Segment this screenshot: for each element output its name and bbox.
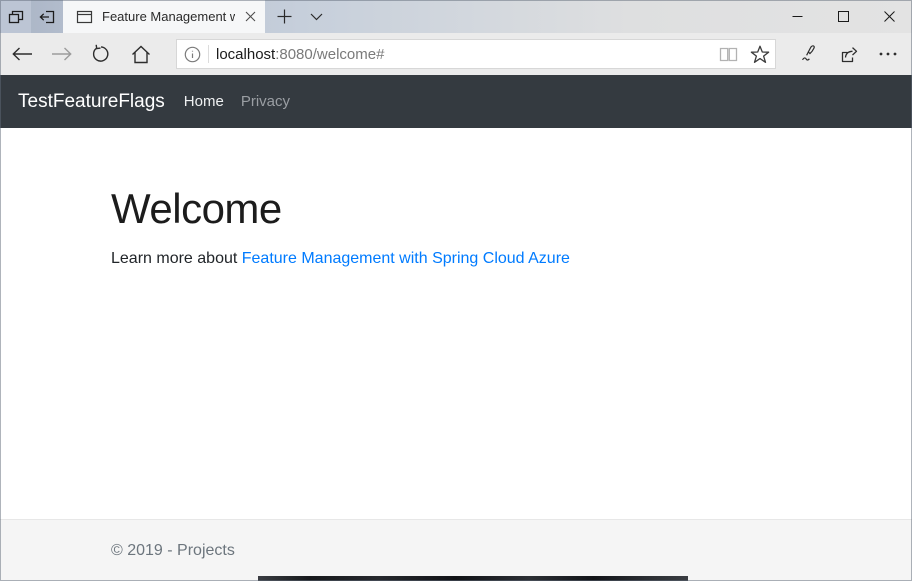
refresh-icon xyxy=(91,44,111,64)
close-tab-button[interactable] xyxy=(235,0,265,33)
browser-tab[interactable]: Feature Management w xyxy=(63,0,265,33)
more-icon xyxy=(879,52,897,56)
favorites-star-icon xyxy=(750,45,770,64)
web-note-button[interactable] xyxy=(793,37,827,71)
share-button[interactable] xyxy=(831,37,865,71)
url-host: localhost xyxy=(216,46,275,63)
intro-text: Learn more about xyxy=(111,250,242,267)
url-text[interactable]: localhost:8080/welcome# xyxy=(216,46,713,63)
tab-list-button[interactable] xyxy=(300,0,332,33)
new-tab-icon xyxy=(277,9,292,24)
refresh-button[interactable] xyxy=(82,35,120,73)
settings-and-more-button[interactable] xyxy=(871,37,905,71)
reading-view-button[interactable] xyxy=(713,40,744,68)
nav-item-home[interactable]: Home xyxy=(184,93,224,110)
forward-icon xyxy=(51,47,72,61)
close-tab-icon xyxy=(245,11,256,22)
back-button[interactable] xyxy=(3,35,41,73)
url-remainder: :8080/welcome# xyxy=(275,46,384,63)
browser-window: Feature Management w xyxy=(0,0,912,581)
set-tabs-aside-icon xyxy=(37,7,57,27)
page-footer: © 2019 - Projects xyxy=(0,519,912,581)
reading-view-icon xyxy=(719,47,738,62)
browser-toolbar: localhost:8080/welcome# xyxy=(0,33,912,75)
page-title: Welcome xyxy=(111,185,872,233)
site-info-button[interactable] xyxy=(177,40,208,68)
forward-button[interactable] xyxy=(42,35,80,73)
tabs-chevron-icon xyxy=(310,13,323,21)
home-icon xyxy=(131,45,151,64)
maximize-icon xyxy=(838,11,849,22)
home-button[interactable] xyxy=(122,35,160,73)
close-window-button[interactable] xyxy=(866,0,912,33)
titlebar: Feature Management w xyxy=(0,0,912,33)
set-tabs-aside-button[interactable] xyxy=(31,0,63,33)
site-navbar: TestFeatureFlags Home Privacy xyxy=(0,75,912,128)
address-bar[interactable]: localhost:8080/welcome# xyxy=(176,39,776,69)
nav-item-privacy[interactable]: Privacy xyxy=(241,93,290,110)
close-icon xyxy=(884,11,895,22)
background-window-artifact xyxy=(258,576,688,581)
new-tab-button[interactable] xyxy=(268,0,300,33)
copyright-text: © 2019 - Projects xyxy=(111,542,235,560)
tab-title: Feature Management w xyxy=(102,9,235,24)
intro-paragraph: Learn more about Feature Management with… xyxy=(111,250,872,268)
ink-pen-icon xyxy=(799,44,822,64)
maximize-button[interactable] xyxy=(820,0,866,33)
addressbar-divider xyxy=(208,45,209,63)
info-icon xyxy=(184,46,201,63)
window-controls xyxy=(774,0,912,33)
minimize-icon xyxy=(792,11,803,22)
minimize-button[interactable] xyxy=(774,0,820,33)
feature-management-link[interactable]: Feature Management with Spring Cloud Azu… xyxy=(242,250,570,267)
navbar-brand[interactable]: TestFeatureFlags xyxy=(18,91,165,113)
share-icon xyxy=(838,45,859,64)
back-icon xyxy=(12,47,33,61)
page-icon xyxy=(76,9,93,25)
tab-previews-button[interactable] xyxy=(0,0,31,33)
add-favorite-button[interactable] xyxy=(744,40,775,68)
tab-previews-icon xyxy=(6,7,26,27)
page-content: Welcome Learn more about Feature Managem… xyxy=(0,128,912,518)
